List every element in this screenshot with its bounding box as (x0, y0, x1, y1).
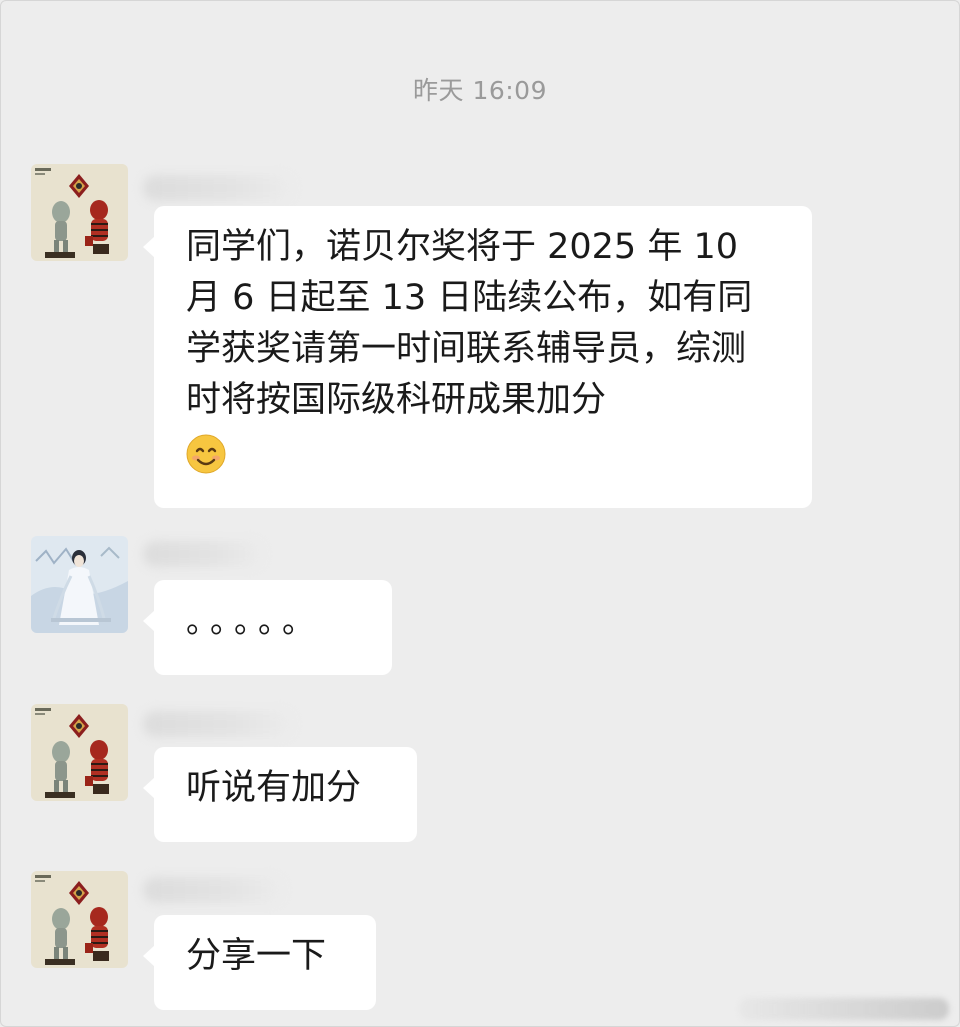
message-text: 听说有加分 (186, 768, 362, 808)
message-bubble[interactable]: 听说有加分 (143, 747, 417, 842)
smiling-face-emoji-icon (186, 434, 226, 474)
sender-name (143, 175, 293, 201)
message-bubble[interactable]: 。。。。。 (143, 580, 392, 675)
message-text: 分享一下 (186, 936, 327, 976)
message-timestamp: 昨天 16:09 (413, 76, 547, 105)
sender-avatar[interactable] (31, 536, 128, 633)
message-bubble[interactable]: 同学们，诺贝尔奖将于 2025 年 10 月 6 日起至 13 日陆续公布，如有… (143, 206, 812, 508)
sender-avatar[interactable] (31, 704, 128, 801)
message-text: 同学们，诺贝尔奖将于 2025 年 10 月 6 日起至 13 日陆续公布，如有… (186, 227, 753, 420)
sender-name (143, 541, 263, 567)
chat-window: 昨天 16:09 同学们，诺贝尔奖将于 2025 年 10 月 6 日起至 13… (0, 0, 960, 1027)
message-bubble[interactable]: 分享一下 (143, 915, 376, 1010)
sender-name (143, 711, 293, 737)
sender-name (143, 877, 283, 903)
message-text: 。。。。。 (186, 602, 323, 640)
sender-avatar[interactable] (31, 164, 128, 261)
sender-avatar[interactable] (31, 871, 128, 968)
watermark (739, 998, 949, 1020)
